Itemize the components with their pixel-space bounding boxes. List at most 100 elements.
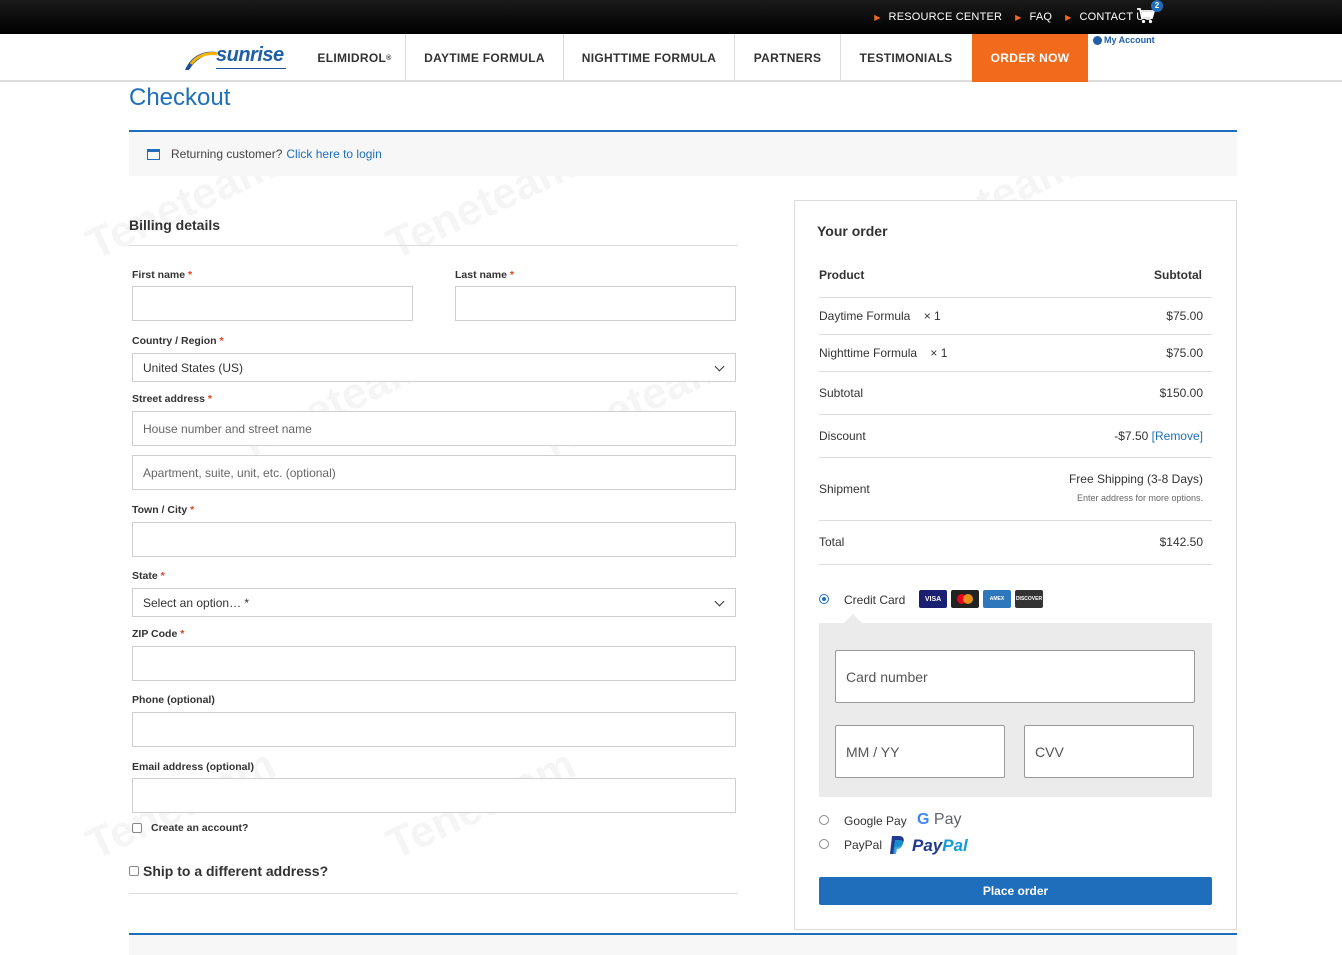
zip-label: ZIP Code * <box>132 628 184 640</box>
order-item-price: $75.00 <box>1166 346 1203 360</box>
top-bar: ▶ RESOURCE CENTER ▶ FAQ ▶ CONTACT US 2 <box>0 0 1342 34</box>
google-pay-logo-text: Pay <box>933 811 962 828</box>
nav-label: ELIMIDROL <box>317 51 387 65</box>
item-name: Daytime Formula <box>819 309 911 323</box>
my-account-link[interactable]: My Account <box>1093 35 1155 45</box>
label-text: Street address <box>132 393 205 405</box>
window-icon <box>147 148 160 160</box>
street-label: Street address * <box>132 393 212 405</box>
divider <box>819 371 1212 372</box>
top-link-label: FAQ <box>1029 11 1053 23</box>
card-expiry-input[interactable] <box>835 725 1005 778</box>
zip-input[interactable] <box>132 646 736 681</box>
paypal-icon <box>890 836 904 854</box>
top-link-label: RESOURCE CENTER <box>888 11 1003 23</box>
notice-text: Returning customer? <box>171 147 283 161</box>
nav-item-partners[interactable]: PARTNERS <box>735 34 840 82</box>
country-select[interactable]: United States (US) <box>132 353 736 382</box>
cart-count-badge: 2 <box>1151 0 1163 12</box>
nav-item-elimidrol[interactable]: ELIMIDROL ® <box>304 34 405 82</box>
top-links: ▶ RESOURCE CENTER ▶ FAQ ▶ CONTACT US <box>861 0 1152 34</box>
coupon-notice <box>129 933 1237 955</box>
shipment-label: Shipment <box>819 482 870 496</box>
shipment-note: Enter address for more options. <box>1076 493 1203 503</box>
label-text: Country / Region <box>132 335 217 347</box>
nav-item-testimonials[interactable]: TESTIMONIALS <box>841 34 971 82</box>
credit-card-label: Credit Card <box>844 593 906 607</box>
apartment-input[interactable] <box>132 455 736 490</box>
required-mark: * <box>509 269 514 281</box>
last-name-label: Last name * <box>455 269 514 281</box>
phone-input[interactable] <box>132 712 736 747</box>
state-select[interactable]: Select an option… * <box>132 588 736 617</box>
divider <box>819 334 1212 335</box>
registered-mark: ® <box>386 54 392 62</box>
returning-customer-notice: Returning customer? Click here to login <box>129 130 1237 176</box>
card-cvv-input[interactable] <box>1024 725 1194 778</box>
country-label: Country / Region * <box>132 335 224 347</box>
shipment-value: Free Shipping (3-8 Days) <box>1068 472 1203 486</box>
label-text: First name <box>132 269 186 281</box>
label-text: Town / City <box>132 504 188 516</box>
create-account-label: Create an account? <box>151 822 249 834</box>
first-name-input[interactable] <box>132 286 413 321</box>
ship-different-label: Ship to a different address? <box>143 863 329 879</box>
credit-card-radio[interactable] <box>819 594 829 604</box>
ship-different-checkbox[interactable] <box>129 866 139 876</box>
chevron-down-icon <box>714 361 725 372</box>
top-link-resource-center[interactable]: ▶ RESOURCE CENTER <box>874 11 1002 23</box>
label-text: State <box>132 570 158 582</box>
paypal-label: PayPal <box>844 838 883 852</box>
nav-item-daytime-formula[interactable]: DAYTIME FORMULA <box>406 34 563 82</box>
subtotal-label: Subtotal <box>819 386 864 400</box>
last-name-input[interactable] <box>455 286 736 321</box>
panel-notch <box>844 614 862 623</box>
remove-discount-link[interactable]: [Remove] <box>1152 429 1203 443</box>
user-icon <box>1093 35 1102 45</box>
google-pay-radio[interactable] <box>819 815 829 825</box>
total-value: $142.50 <box>1159 535 1203 549</box>
order-item-name: Nighttime Formula × 1 <box>819 346 947 360</box>
arrow-right-icon: ▶ <box>1065 12 1072 22</box>
required-mark: * <box>188 269 193 281</box>
divider <box>819 564 1212 565</box>
discount-amount: -$7.50 <box>1114 429 1149 443</box>
col-subtotal-header: Subtotal <box>1154 268 1202 282</box>
phone-label: Phone (optional) <box>132 694 215 706</box>
order-item-name: Daytime Formula × 1 <box>819 309 941 323</box>
card-number-input[interactable] <box>835 650 1195 703</box>
required-mark: * <box>207 393 212 405</box>
top-link-faq[interactable]: ▶ FAQ <box>1015 11 1052 23</box>
google-pay-label: Google Pay <box>844 814 907 828</box>
chevron-down-icon <box>714 596 725 607</box>
create-account-checkbox[interactable] <box>132 823 142 833</box>
first-name-label: First name * <box>132 269 192 281</box>
city-label: Town / City * <box>132 504 194 516</box>
state-value: Select an option… * <box>143 595 250 610</box>
total-label: Total <box>819 535 845 549</box>
order-title: Your order <box>817 223 888 239</box>
nav-item-order-now[interactable]: ORDER NOW <box>972 34 1088 82</box>
divider <box>819 297 1212 298</box>
item-qty: × 1 <box>923 309 941 323</box>
divider <box>819 520 1212 521</box>
label-text: ZIP Code <box>132 628 178 640</box>
billing-title: Billing details <box>129 217 221 233</box>
country-value: United States (US) <box>143 360 244 375</box>
street-address-input[interactable] <box>132 411 736 446</box>
paypal-logo-a: Pay <box>912 836 943 855</box>
divider <box>819 457 1212 458</box>
email-input[interactable] <box>132 778 736 813</box>
place-order-button[interactable]: Place order <box>819 877 1212 905</box>
logo-text: sunrise <box>216 44 284 66</box>
city-input[interactable] <box>132 522 736 557</box>
col-product-header: Product <box>819 268 865 282</box>
login-link[interactable]: Click here to login <box>286 147 381 161</box>
nav-item-nighttime-formula[interactable]: NIGHTTIME FORMULA <box>564 34 734 82</box>
order-item-price: $75.00 <box>1166 309 1203 323</box>
google-pay-logo: G Pay <box>917 811 961 829</box>
google-g-icon: G <box>917 811 930 828</box>
paypal-radio[interactable] <box>819 839 829 849</box>
required-mark: * <box>160 570 165 582</box>
arrow-right-icon: ▶ <box>1015 12 1022 22</box>
